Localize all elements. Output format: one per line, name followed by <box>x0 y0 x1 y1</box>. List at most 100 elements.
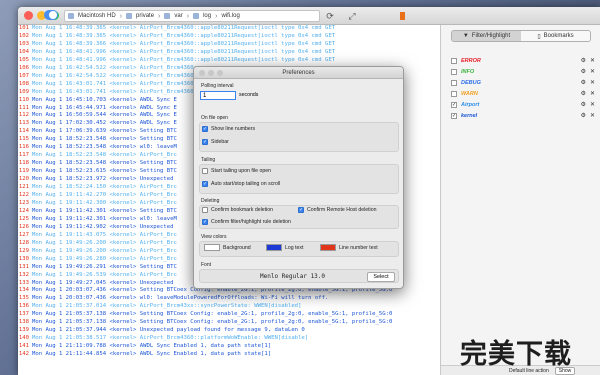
checkbox-checked[interactable]: ✓ <box>202 219 208 225</box>
tailing-toggle[interactable] <box>44 10 58 20</box>
log-text-color-label: Log text <box>285 244 304 251</box>
path-crumb[interactable]: private <box>136 13 154 19</box>
refresh-icon[interactable]: ⟳ <box>324 10 336 22</box>
gear-icon[interactable]: ⚙ <box>581 90 586 97</box>
log-line[interactable]: 139 Mon Aug 1 21:05:37.944 <kernel> Unexp… <box>18 327 440 335</box>
log-line[interactable]: 136 Mon Aug 1 21:05:37.014 <kernel> AirPo… <box>18 303 440 311</box>
highlight-rule[interactable]: ✓ kernel ⚙ ✕ <box>451 110 596 121</box>
highlight-rule[interactable]: ERROR ⚙ ✕ <box>451 55 596 66</box>
log-text-color-option[interactable]: Log text <box>266 244 303 251</box>
tab-bookmarks[interactable]: ▯ Bookmarks <box>521 31 590 41</box>
checkbox-unchecked[interactable] <box>202 207 208 213</box>
line-number-color-well[interactable] <box>320 244 336 251</box>
log-text: Mon Aug 1 19:49:26.291 <kernel> Setting … <box>32 263 177 270</box>
line-number: 106 <box>18 64 29 71</box>
dialog-zoom-button[interactable] <box>217 70 223 76</box>
close-icon[interactable]: ✕ <box>590 90 595 97</box>
log-line[interactable]: 104 Mon Aug 1 16:48:41.996 <kernel> AirPo… <box>18 49 440 57</box>
path-crumb[interactable]: wifi.log <box>221 13 239 19</box>
confirm-filter-option[interactable]: ✓ Confirm filter/highlight rule deletion <box>202 219 291 225</box>
log-text: Mon Aug 1 21:05:37.138 <kernel> Setting … <box>32 319 393 326</box>
dialog-close-button[interactable] <box>199 70 205 76</box>
gear-icon[interactable]: ⚙ <box>581 57 586 64</box>
preferences-dialog: Preferences Polling interval 1 seconds O… <box>193 66 404 289</box>
gear-icon[interactable]: ⚙ <box>581 112 586 119</box>
confirm-bookmark-option[interactable]: Confirm bookmark deletion <box>202 207 273 213</box>
checkbox-checked[interactable]: ✓ <box>202 139 208 145</box>
line-number: 114 <box>18 128 29 135</box>
confirm-remote-option[interactable]: ✓ Confirm Remote Host deletion <box>298 207 376 213</box>
log-line[interactable]: 138 Mon Aug 1 21:05:37.138 <kernel> Setti… <box>18 319 440 327</box>
show-line-numbers-option[interactable]: ✓ Show line numbers <box>202 126 255 132</box>
checkbox-checked[interactable]: ✓ <box>451 112 457 119</box>
line-number: 141 <box>18 343 29 350</box>
log-text: Mon Aug 1 19:11:42.301 <kernel> Setting … <box>32 207 177 214</box>
line-number: 123 <box>18 199 29 206</box>
gear-icon[interactable]: ⚙ <box>581 79 586 86</box>
path-bar[interactable]: Macintosh HD › private › var › log › wif… <box>64 10 320 22</box>
folder-icon <box>126 13 133 19</box>
line-number: 131 <box>18 263 29 270</box>
highlight-rule[interactable]: WARN ⚙ ✕ <box>451 88 596 99</box>
gear-icon[interactable]: ⚙ <box>581 101 586 108</box>
pin-icon[interactable]: ⤢ <box>346 10 358 22</box>
highlight-rule[interactable]: DEBUG ⚙ ✕ <box>451 77 596 88</box>
log-text: Mon Aug 1 19:49:26.200 <kernel> AirPort_… <box>32 247 177 254</box>
log-line[interactable]: 105 Mon Aug 1 16:48:41.996 <kernel> AirPo… <box>18 57 440 65</box>
line-number-color-option[interactable]: Line number text <box>320 244 378 251</box>
select-font-button[interactable]: Select <box>367 272 395 282</box>
background-color-option[interactable]: Background <box>204 244 251 251</box>
close-icon[interactable]: ✕ <box>590 57 595 64</box>
tab-filter-highlight[interactable]: ▼ Filter/Highlight <box>452 31 521 41</box>
path-crumb[interactable]: log <box>203 13 211 19</box>
log-text: Mon Aug 1 18:52:23.548 <kernel> AirPort_… <box>32 152 177 159</box>
chevron-right-icon: › <box>215 12 218 20</box>
log-line[interactable]: 142 Mon Aug 1 21:11:44.854 <kernel> AWDL … <box>18 351 440 359</box>
line-number: 104 <box>18 48 29 55</box>
bookmark-icon[interactable] <box>396 10 408 22</box>
chevron-right-icon: › <box>119 12 123 20</box>
checkbox-unchecked[interactable] <box>451 68 457 75</box>
checkbox-checked[interactable]: ✓ <box>298 207 304 213</box>
background-color-label: Background <box>223 244 251 251</box>
checkbox-unchecked[interactable] <box>451 57 457 64</box>
log-line[interactable]: 141 Mon Aug 1 21:11:09.788 <kernel> AWDL … <box>18 343 440 351</box>
dialog-minimize-button[interactable] <box>208 70 214 76</box>
line-number: 107 <box>18 72 29 79</box>
log-text-color-well[interactable] <box>266 244 282 251</box>
checkbox-checked[interactable]: ✓ <box>202 126 208 132</box>
path-crumb[interactable]: Macintosh HD <box>78 13 116 19</box>
checkbox-unchecked[interactable] <box>202 168 208 174</box>
polling-interval-input[interactable]: 1 <box>200 91 236 100</box>
folder-icon <box>193 13 200 19</box>
log-line[interactable]: 101 Mon Aug 1 16:48:39.365 <kernel> AirPo… <box>18 25 440 33</box>
checkbox-checked[interactable]: ✓ <box>202 181 208 187</box>
checkbox-checked[interactable]: ✓ <box>451 101 457 108</box>
highlight-rule[interactable]: INFO ⚙ ✕ <box>451 66 596 77</box>
checkbox-unchecked[interactable] <box>451 79 457 86</box>
log-text: Mon Aug 1 21:11:09.788 <kernel> AWDL Syn… <box>32 343 272 350</box>
log-line[interactable]: 102 Mon Aug 1 16:48:39.365 <kernel> AirPo… <box>18 33 440 41</box>
highlight-rule[interactable]: ✓ Airport ⚙ ✕ <box>451 99 596 110</box>
log-line[interactable]: 103 Mon Aug 1 16:48:39.366 <kernel> AirPo… <box>18 41 440 49</box>
log-line[interactable]: 135 Mon Aug 1 20:03:07.436 <kernel> wl0: … <box>18 295 440 303</box>
log-line[interactable]: 140 Mon Aug 1 21:05:38.517 <kernel> AirPo… <box>18 335 440 343</box>
path-crumb[interactable]: var <box>174 13 182 19</box>
start-tailing-option[interactable]: Start tailing upon file open <box>202 168 271 174</box>
background-color-well[interactable] <box>204 244 220 251</box>
log-text: Mon Aug 1 19:11:42.300 <kernel> AirPort_… <box>32 199 177 206</box>
tab-bookmarks-label: Bookmarks <box>543 33 574 39</box>
close-icon[interactable]: ✕ <box>590 101 595 108</box>
close-icon[interactable]: ✕ <box>590 68 595 75</box>
log-text: Mon Aug 1 16:48:39.365 <kernel> AirPort_… <box>32 32 336 39</box>
sidebar-option[interactable]: ✓ Sidebar <box>202 139 229 145</box>
checkbox-unchecked[interactable] <box>451 90 457 97</box>
line-number: 129 <box>18 247 29 254</box>
auto-start-option[interactable]: ✓ Auto start/stop tailing on scroll <box>202 181 280 187</box>
close-button[interactable] <box>24 11 33 20</box>
log-line[interactable]: 137 Mon Aug 1 21:05:37.138 <kernel> Setti… <box>18 311 440 319</box>
line-number: 118 <box>18 160 29 167</box>
gear-icon[interactable]: ⚙ <box>581 68 586 75</box>
close-icon[interactable]: ✕ <box>590 112 595 119</box>
close-icon[interactable]: ✕ <box>590 79 595 86</box>
